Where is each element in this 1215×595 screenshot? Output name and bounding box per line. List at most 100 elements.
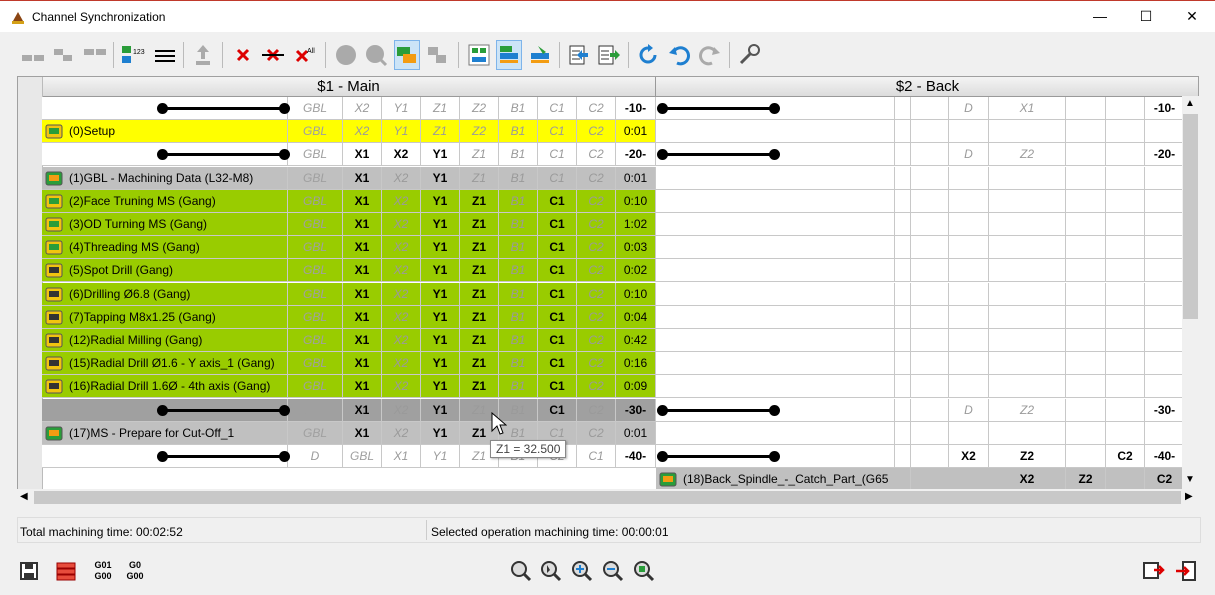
axis-cell[interactable]: GBL (288, 213, 343, 236)
sync-number-cell[interactable] (1145, 236, 1185, 260)
axis-cell[interactable] (1106, 97, 1145, 120)
empty-row[interactable] (656, 282, 1198, 306)
sync-dot-left[interactable] (157, 451, 168, 462)
axis-cell[interactable]: B1 (499, 305, 538, 329)
axis-cell[interactable] (949, 259, 989, 283)
sync-row[interactable]: D Z2 -20- (656, 143, 1198, 167)
axis-cell[interactable] (949, 282, 989, 306)
axis-cell[interactable]: C2 (577, 282, 616, 306)
axis-cell[interactable]: X2 (382, 352, 421, 376)
axis-cell[interactable]: C2 (577, 120, 616, 144)
axis-cell[interactable]: GBL (288, 97, 343, 120)
zoom-in-icon[interactable] (569, 558, 595, 584)
axis-cell[interactable]: B1 (499, 166, 538, 190)
axis-cell[interactable] (989, 236, 1066, 260)
axis-cell[interactable] (989, 259, 1066, 283)
sync-number-cell[interactable] (1145, 166, 1185, 190)
sync-number-cell[interactable]: -10- (1145, 97, 1185, 120)
empty-name-cell[interactable] (656, 329, 895, 352)
axis-cell[interactable]: B1 (499, 236, 538, 260)
sync-number-cell[interactable] (1145, 352, 1185, 376)
sync-row[interactable]: GBL X1 X2 Y1 Z1 B1 C1 C2 -30- (42, 398, 656, 422)
axis-cell[interactable] (989, 189, 1066, 213)
axis-cell[interactable]: X2 (949, 445, 989, 468)
axis-cell[interactable]: Z1 (460, 259, 499, 283)
time-cell[interactable]: 0:10 (616, 282, 656, 306)
time-cell[interactable]: 0:01 (616, 120, 656, 144)
empty-row[interactable] (656, 421, 1198, 445)
tree-view-icon[interactable] (466, 40, 492, 70)
empty-name-cell[interactable] (656, 352, 895, 376)
empty-name-cell[interactable] (656, 375, 895, 399)
axis-cell[interactable]: B1 (499, 189, 538, 213)
sync-row[interactable]: D X1 -10- (656, 97, 1198, 120)
axis-cell[interactable]: Z2 (460, 97, 499, 120)
empty-row[interactable] (656, 166, 1198, 190)
axis-cell[interactable]: C1 (538, 329, 577, 352)
axis-cell[interactable]: GBL (288, 189, 343, 213)
horizontal-scroll-thumb[interactable] (34, 491, 1181, 504)
empty-name-cell[interactable] (656, 305, 895, 329)
axis-cell[interactable] (1106, 375, 1145, 399)
axis-cell[interactable]: D (949, 97, 989, 120)
axis-cell[interactable]: Y1 (421, 143, 460, 167)
sync-number-cell[interactable] (1145, 421, 1185, 445)
axis-cell[interactable]: Y1 (421, 352, 460, 376)
axis-cell[interactable] (1066, 166, 1106, 190)
axis-cell[interactable]: C1 (538, 398, 577, 422)
axis-cell[interactable] (949, 421, 989, 445)
axis-cell[interactable] (989, 166, 1066, 190)
axis-cell[interactable]: X2 (382, 375, 421, 399)
empty-name-cell[interactable] (656, 213, 895, 236)
axis-cell[interactable]: C1 (538, 166, 577, 190)
axis-cell[interactable] (1066, 282, 1106, 306)
operation-row[interactable]: (5)Spot Drill (Gang) GBL X1 X2 Y1 Z1 B1 C1 C2 0:0… (42, 259, 656, 283)
axis-cell[interactable]: B1 (499, 282, 538, 306)
sync-dot-right[interactable] (769, 451, 780, 462)
axis-cell[interactable]: Z2 (989, 398, 1066, 422)
redo-icon[interactable] (697, 40, 723, 70)
axis-cell[interactable] (895, 189, 911, 213)
empty-row[interactable] (656, 329, 1198, 352)
axis-cell[interactable]: X1 (343, 375, 382, 399)
axis-cell[interactable]: Y1 (421, 375, 460, 399)
axis-cell[interactable] (911, 236, 949, 260)
empty-row[interactable] (656, 305, 1198, 329)
empty-row[interactable] (656, 213, 1198, 236)
axis-cell[interactable]: C1 (538, 236, 577, 260)
axis-cell[interactable]: Y1 (421, 329, 460, 352)
axis-cell[interactable] (989, 120, 1066, 144)
close-button[interactable]: ✕ (1169, 1, 1215, 32)
axis-cell[interactable] (895, 421, 911, 445)
sync-number-cell[interactable] (1145, 189, 1185, 213)
axis-cell[interactable]: C2 (577, 189, 616, 213)
axis-cell[interactable]: GBL (288, 329, 343, 352)
save-icon[interactable] (16, 558, 42, 584)
axis-cell[interactable] (895, 445, 911, 468)
axis-cell[interactable] (1106, 236, 1145, 260)
layer-view-icon[interactable] (496, 40, 522, 70)
zoom-select-icon[interactable] (538, 558, 564, 584)
axis-cell[interactable]: Y1 (421, 213, 460, 236)
sync-dot-left[interactable] (157, 103, 168, 114)
operation-name-cell[interactable]: (15)Radial Drill Ø1.6 - Y axis_1 (Gang) (42, 352, 288, 376)
axis-cell[interactable] (911, 120, 949, 144)
axis-cell[interactable]: Z1 (460, 166, 499, 190)
axis-cell[interactable]: C2 (1106, 445, 1145, 468)
axis-cell[interactable] (895, 398, 911, 422)
sync-dot-right[interactable] (769, 103, 780, 114)
axis-cell[interactable] (1066, 375, 1106, 399)
axis-cell[interactable]: X1 (343, 166, 382, 190)
operation-row[interactable]: (3)OD Turning MS (Gang) GBL X1 X2 Y1 Z1 B1 C1 C2… (42, 213, 656, 236)
axis-cell[interactable] (895, 282, 911, 306)
axis-cell[interactable]: Z1 (460, 213, 499, 236)
sync-row[interactable]: X2 Z2 C2 -40- (656, 445, 1198, 468)
axis-cell[interactable] (1106, 166, 1145, 190)
sync-number-cell[interactable]: -20- (1145, 143, 1185, 167)
axis-cell[interactable] (1106, 189, 1145, 213)
axis-cell[interactable]: C2 (577, 329, 616, 352)
scroll-left-icon[interactable]: ◀ (20, 491, 28, 502)
axis-cell[interactable]: C2 (577, 398, 616, 422)
axis-cell[interactable]: X2 (382, 259, 421, 283)
axis-cell[interactable] (1066, 305, 1106, 329)
